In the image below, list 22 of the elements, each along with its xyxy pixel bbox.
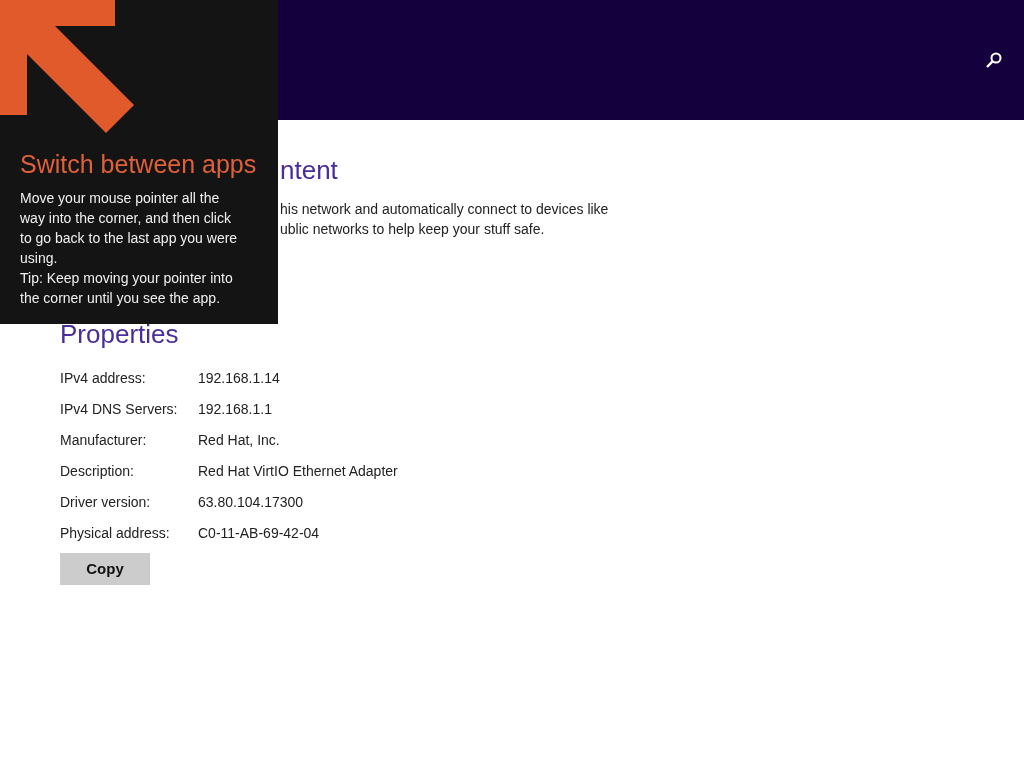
property-value: C0-11-AB-69-42-04 xyxy=(198,524,320,543)
property-label: Driver version: xyxy=(60,493,152,512)
property-value: Red Hat VirtIO Ethernet Adapter xyxy=(198,462,398,481)
property-label: Physical address: xyxy=(60,524,171,543)
property-label: Manufacturer: xyxy=(60,431,148,450)
property-value: 192.168.1.14 xyxy=(198,369,280,388)
tip-text: Tip: Keep moving your pointer into the corner until you see the app. xyxy=(20,269,234,308)
property-value: Red Hat, Inc. xyxy=(198,431,280,450)
property-label: IPv4 DNS Servers: xyxy=(60,400,179,419)
section-heading: Properties xyxy=(60,319,180,349)
search-icon[interactable] xyxy=(984,50,1004,70)
copy-button[interactable]: Copy xyxy=(60,553,150,585)
property-label: Description: xyxy=(60,462,135,481)
tip-text: Move your mouse pointer all the way into the corner, and then click to go back to the last app you were using. xyxy=(20,189,239,268)
tip-title: Switch between apps xyxy=(20,149,258,180)
description-text: his network and automatically connect to devices like xyxy=(280,200,610,219)
section-heading: ntent xyxy=(280,154,339,186)
arrow-icon xyxy=(0,0,134,134)
property-value: 63.80.104.17300 xyxy=(198,493,304,512)
property-label: IPv4 address: xyxy=(60,369,147,388)
property-value: 192.168.1.1 xyxy=(198,400,272,419)
description-text: ublic networks to help keep your stuff safe. xyxy=(280,220,546,239)
